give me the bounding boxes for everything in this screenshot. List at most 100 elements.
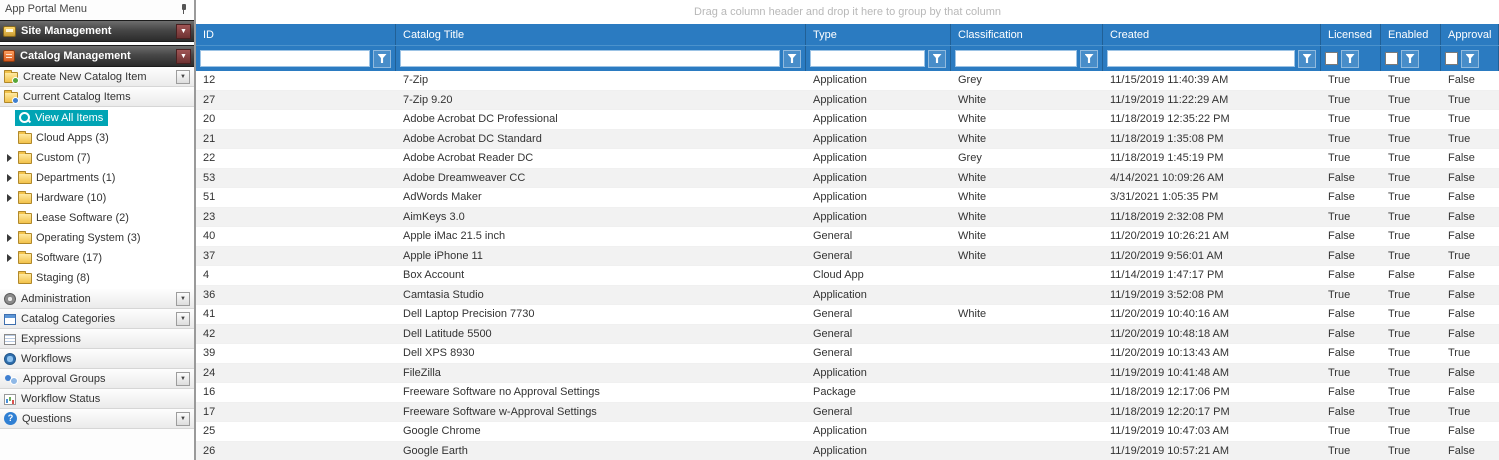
cell-approval: False [1441, 383, 1499, 402]
table-row[interactable]: 51AdWords MakerApplicationWhite3/31/2021… [196, 188, 1499, 208]
cell-catalog-title: Adobe Acrobat DC Professional [396, 110, 806, 129]
pin-icon[interactable] [179, 3, 189, 16]
cell-approval: True [1441, 403, 1499, 422]
tree-item-view-all-items[interactable]: View All Items [0, 108, 194, 128]
column-header-enabled[interactable]: Enabled [1381, 24, 1441, 45]
section-label: Catalog Management [20, 50, 131, 62]
sidebar-item-questions[interactable]: Questions [0, 409, 194, 429]
sidebar-item-catalog-categories[interactable]: Catalog Categories [0, 309, 194, 329]
cell-licensed: True [1321, 364, 1381, 383]
sidebar-item-create-new-catalog-item[interactable]: Create New Catalog Item [0, 67, 194, 87]
cell-id: 22 [196, 149, 396, 168]
column-header-type[interactable]: Type [806, 24, 951, 45]
column-header-approval[interactable]: Approval [1441, 24, 1499, 45]
table-row[interactable]: 25Google ChromeApplication11/19/2019 10:… [196, 422, 1499, 442]
column-header-catalog-title[interactable]: Catalog Title [396, 24, 806, 45]
item-dropdown-icon[interactable] [176, 70, 190, 84]
tree-item-hardware-10[interactable]: Hardware (10) [0, 188, 194, 208]
filter-input-classification[interactable] [955, 50, 1077, 67]
filter-button-type[interactable] [928, 50, 946, 68]
column-header-classification[interactable]: Classification [951, 24, 1103, 45]
tree-item-software-17[interactable]: Software (17) [0, 248, 194, 268]
filter-input-catalog-title[interactable] [400, 50, 780, 67]
table-row[interactable]: 26Google EarthApplication11/19/2019 10:5… [196, 442, 1499, 460]
table-row[interactable]: 37Apple iPhone 11GeneralWhite11/20/2019 … [196, 247, 1499, 267]
table-row[interactable]: 16Freeware Software no Approval Settings… [196, 383, 1499, 403]
cell-catalog-title: Box Account [396, 266, 806, 285]
expand-arrow-icon[interactable] [7, 234, 12, 242]
filter-checkbox-licensed[interactable] [1325, 52, 1338, 65]
funnel-icon [1303, 54, 1312, 63]
tree-item-lease-software-2[interactable]: Lease Software (2) [0, 208, 194, 228]
item-dropdown-icon[interactable] [176, 312, 190, 326]
sidebar-item-approval-groups[interactable]: Approval Groups [0, 369, 194, 389]
sidebar-item-administration[interactable]: Administration [0, 289, 194, 309]
cell-classification: White [951, 188, 1103, 207]
cell-enabled: True [1381, 91, 1441, 110]
cell-type: General [806, 344, 951, 363]
column-header-created[interactable]: Created [1103, 24, 1321, 45]
cell-created: 11/20/2019 9:56:01 AM [1103, 247, 1321, 266]
cell-created: 11/18/2019 12:17:06 PM [1103, 383, 1321, 402]
filter-button-created[interactable] [1298, 50, 1316, 68]
filter-input-type[interactable] [810, 50, 925, 67]
sidebar-item-workflows[interactable]: Workflows [0, 349, 194, 369]
table-row[interactable]: 21Adobe Acrobat DC StandardApplicationWh… [196, 130, 1499, 150]
cell-id: 24 [196, 364, 396, 383]
table-row[interactable]: 17Freeware Software w-Approval SettingsG… [196, 403, 1499, 423]
cell-classification: Grey [951, 149, 1103, 168]
table-row[interactable]: 4Box AccountCloud App11/14/2019 1:47:17 … [196, 266, 1499, 286]
tree-item-departments-1[interactable]: Departments (1) [0, 168, 194, 188]
table-row[interactable]: 22Adobe Acrobat Reader DCApplicationGrey… [196, 149, 1499, 169]
filter-button-licensed[interactable] [1341, 50, 1359, 68]
column-header-licensed[interactable]: Licensed [1321, 24, 1381, 45]
section-site-management[interactable]: Site Management [0, 20, 194, 42]
tree-item-staging-8[interactable]: Staging (8) [0, 268, 194, 288]
cell-id: 51 [196, 188, 396, 207]
table-row[interactable]: 42Dell Latitude 5500General11/20/2019 10… [196, 325, 1499, 345]
sidebar-item-workflow-status[interactable]: Workflow Status [0, 389, 194, 409]
filter-button-approval[interactable] [1461, 50, 1479, 68]
filter-checkbox-approval[interactable] [1445, 52, 1458, 65]
tree-item-custom-7[interactable]: Custom (7) [0, 148, 194, 168]
filter-button-id[interactable] [373, 50, 391, 68]
item-dropdown-icon[interactable] [176, 372, 190, 386]
table-row[interactable]: 40Apple iMac 21.5 inchGeneralWhite11/20/… [196, 227, 1499, 247]
items-folder-icon [4, 92, 18, 103]
expand-arrow-icon[interactable] [7, 194, 12, 202]
cell-enabled: True [1381, 305, 1441, 324]
table-row[interactable]: 24FileZillaApplication11/19/2019 10:41:4… [196, 364, 1499, 384]
tree-item-cloud-apps-3[interactable]: Cloud Apps (3) [0, 128, 194, 148]
tree-item-label: Lease Software (2) [36, 212, 129, 224]
expand-arrow-icon[interactable] [7, 174, 12, 182]
table-row[interactable]: 23AimKeys 3.0ApplicationWhite11/18/2019 … [196, 208, 1499, 228]
table-row[interactable]: 41Dell Laptop Precision 7730GeneralWhite… [196, 305, 1499, 325]
table-row[interactable]: 277-Zip 9.20ApplicationWhite11/19/2019 1… [196, 91, 1499, 111]
cell-catalog-title: Freeware Software no Approval Settings [396, 383, 806, 402]
table-row[interactable]: 127-ZipApplicationGrey11/15/2019 11:40:3… [196, 71, 1499, 91]
sidebar-item-current-catalog-items[interactable]: Current Catalog Items [0, 87, 194, 107]
table-row[interactable]: 53Adobe Dreamweaver CCApplicationWhite4/… [196, 169, 1499, 189]
expand-arrow-icon[interactable] [7, 254, 12, 262]
cell-created: 11/20/2019 10:26:21 AM [1103, 227, 1321, 246]
filter-button-catalog-title[interactable] [783, 50, 801, 68]
item-dropdown-icon[interactable] [176, 292, 190, 306]
table-row[interactable]: 20Adobe Acrobat DC ProfessionalApplicati… [196, 110, 1499, 130]
sidebar: App Portal Menu Site Management Catalog … [0, 0, 196, 460]
filter-button-enabled[interactable] [1401, 50, 1419, 68]
filter-input-id[interactable] [200, 50, 370, 67]
filter-checkbox-enabled[interactable] [1385, 52, 1398, 65]
sidebar-item-expressions[interactable]: Expressions [0, 329, 194, 349]
filter-input-created[interactable] [1107, 50, 1295, 67]
expand-arrow-icon[interactable] [7, 154, 12, 162]
section-dropdown-icon[interactable] [176, 24, 191, 39]
section-catalog-management[interactable]: Catalog Management [0, 45, 194, 67]
section-dropdown-icon[interactable] [176, 49, 191, 64]
filter-button-classification[interactable] [1080, 50, 1098, 68]
item-dropdown-icon[interactable] [176, 412, 190, 426]
column-header-id[interactable]: ID [196, 24, 396, 45]
table-row[interactable]: 36Camtasia StudioApplication11/19/2019 3… [196, 286, 1499, 306]
tree-item-operating-system-3[interactable]: Operating System (3) [0, 228, 194, 248]
table-row[interactable]: 39Dell XPS 8930General11/20/2019 10:13:4… [196, 344, 1499, 364]
cell-licensed: False [1321, 383, 1381, 402]
